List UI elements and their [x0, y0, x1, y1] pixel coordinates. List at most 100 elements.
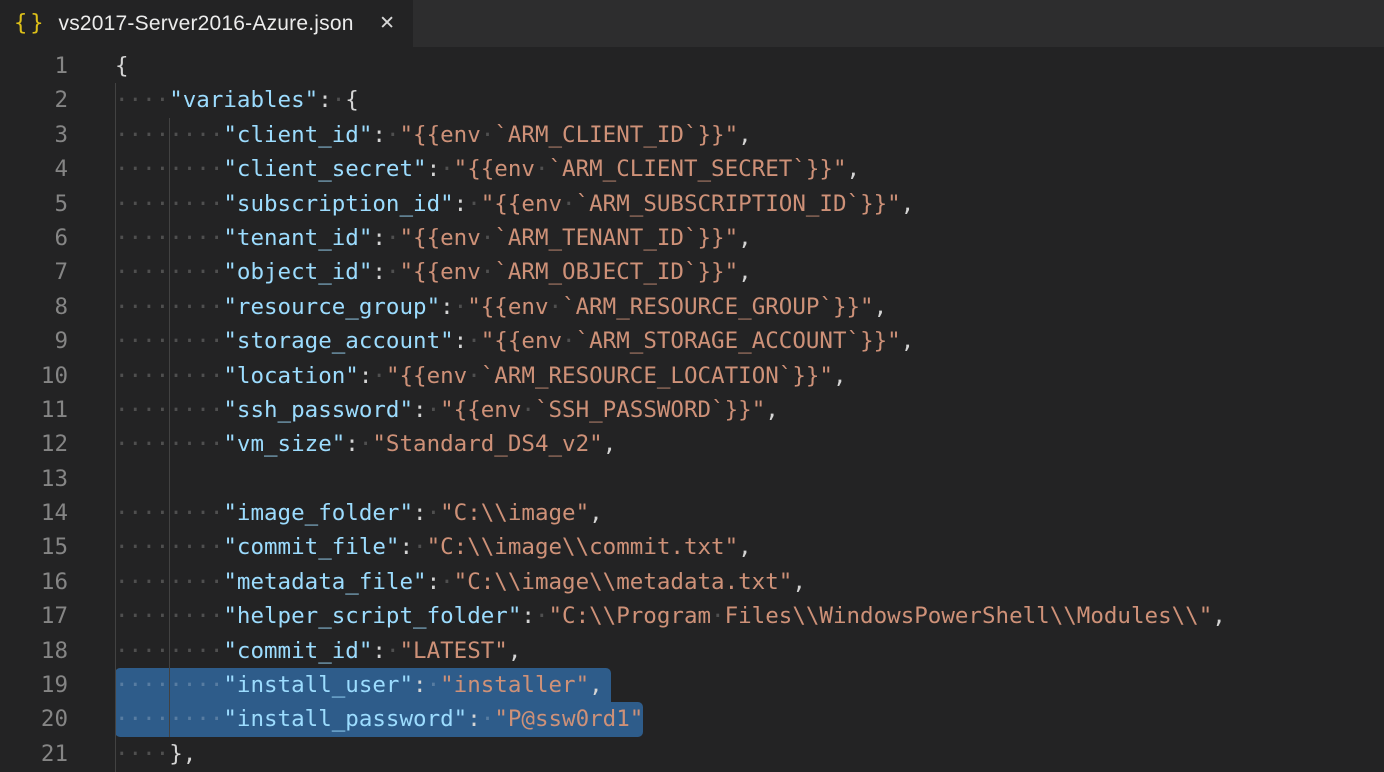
whitespace-dot: · [481, 122, 495, 148]
code-line-20[interactable]: 20········"install_password":·"P@ssw0rd1… [0, 702, 1384, 736]
line-number[interactable]: 5 [0, 187, 68, 221]
code-line-17[interactable]: 17········"helper_script_folder":·"C:\\P… [0, 599, 1384, 633]
json-key: "tenant_id" [223, 225, 372, 251]
line-number[interactable]: 8 [0, 290, 68, 324]
code-line-4[interactable]: 4········"client_secret":·"{{env·`ARM_CL… [0, 152, 1384, 186]
json-key: "commit_file" [223, 534, 399, 560]
code-line-21[interactable]: 21····}, [0, 737, 1384, 771]
line-number[interactable]: 19 [0, 668, 68, 702]
line-number[interactable]: 21 [0, 737, 68, 771]
whitespace-dot: · [210, 259, 224, 285]
line-number[interactable]: 14 [0, 496, 68, 530]
line-number[interactable]: 20 [0, 702, 68, 736]
whitespace-dot: · [142, 603, 156, 629]
json-punctuation: { [345, 87, 359, 113]
whitespace-dot: · [129, 156, 143, 182]
whitespace-dot: · [183, 156, 197, 182]
line-number[interactable]: 7 [0, 255, 68, 289]
code-line-19[interactable]: 19········"install_user":·"installer", [0, 668, 1384, 702]
code-line-5[interactable]: 5········"subscription_id":·"{{env·`ARM_… [0, 187, 1384, 221]
json-punctuation: , [738, 259, 752, 285]
line-number[interactable]: 9 [0, 324, 68, 358]
json-punctuation: }, [169, 741, 196, 767]
line-number[interactable]: 3 [0, 118, 68, 152]
json-string-value: "{{env [467, 294, 548, 320]
whitespace-dot: · [142, 706, 156, 732]
whitespace-dot: · [210, 534, 224, 560]
code-line-3[interactable]: 3········"client_id":·"{{env·`ARM_CLIENT… [0, 118, 1384, 152]
line-content: ········"resource_group":·"{{env·`ARM_RE… [115, 290, 887, 324]
code-line-14[interactable]: 14········"image_folder":·"C:\\image", [0, 496, 1384, 530]
line-content: ········"client_id":·"{{env·`ARM_CLIENT_… [115, 118, 752, 152]
json-punctuation: : [413, 397, 427, 423]
json-key: "location" [223, 363, 358, 389]
json-string-value: `ARM_SUBSCRIPTION_ID`}}" [576, 191, 901, 217]
whitespace-dot: · [156, 534, 170, 560]
code-line-2[interactable]: 2····"variables":·{ [0, 83, 1384, 117]
line-number[interactable]: 15 [0, 530, 68, 564]
whitespace-dot: · [196, 534, 210, 560]
code-line-9[interactable]: 9········"storage_account":·"{{env·`ARM_… [0, 324, 1384, 358]
whitespace-dot: · [196, 638, 210, 664]
whitespace-dot: · [129, 225, 143, 251]
json-key: "resource_group" [223, 294, 440, 320]
editor-code-area[interactable]: 1{2····"variables":·{3········"client_id… [0, 47, 1384, 772]
whitespace-dot: · [129, 741, 143, 767]
whitespace-dot: · [169, 672, 183, 698]
whitespace-dot: · [210, 191, 224, 217]
whitespace-dot: · [115, 225, 129, 251]
line-number[interactable]: 6 [0, 221, 68, 255]
line-number[interactable]: 2 [0, 83, 68, 117]
whitespace-dot: · [196, 122, 210, 148]
line-number[interactable]: 12 [0, 427, 68, 461]
whitespace-dot: · [115, 569, 129, 595]
code-line-8[interactable]: 8 ········"resource_group":·"{{env·`ARM_R… [0, 290, 1384, 324]
line-number[interactable]: 13 [0, 462, 68, 496]
code-line-18[interactable]: 18········"commit_id":·"LATEST", [0, 634, 1384, 668]
line-number[interactable]: 18 [0, 634, 68, 668]
whitespace-dot: · [129, 603, 143, 629]
whitespace-dot: · [467, 363, 481, 389]
tab-close-icon[interactable]: ✕ [377, 12, 397, 35]
code-line-6[interactable]: 6········"tenant_id":·"{{env·`ARM_TENANT… [0, 221, 1384, 255]
json-punctuation: : [454, 328, 468, 354]
line-number[interactable]: 11 [0, 393, 68, 427]
json-punctuation: , [901, 328, 915, 354]
json-punctuation: : [372, 259, 386, 285]
whitespace-dot: · [142, 363, 156, 389]
code-line-16[interactable]: 16········"metadata_file":·"C:\\image\\m… [0, 565, 1384, 599]
code-line-12[interactable]: 12········"vm_size":·"Standard_DS4_v2", [0, 427, 1384, 461]
whitespace-dot: · [115, 259, 129, 285]
whitespace-dot: · [129, 672, 143, 698]
whitespace-dot: · [196, 363, 210, 389]
json-punctuation: : [372, 122, 386, 148]
line-number[interactable]: 4 [0, 152, 68, 186]
code-line-7[interactable]: 7········"object_id":·"{{env·`ARM_OBJECT… [0, 255, 1384, 289]
whitespace-dot: · [142, 87, 156, 113]
whitespace-dot: · [156, 328, 170, 354]
line-number[interactable]: 10 [0, 359, 68, 393]
line-content: ········"storage_account":·"{{env·`ARM_S… [115, 324, 914, 358]
code-line-13[interactable]: 13 [0, 462, 1384, 496]
tab-vs2017-server2016-azure-json[interactable]: {} vs2017-Server2016-Azure.json ✕ [0, 0, 413, 47]
json-key: "variables" [169, 87, 318, 113]
whitespace-dot: · [156, 259, 170, 285]
line-number[interactable]: 17 [0, 599, 68, 633]
whitespace-dot: · [156, 431, 170, 457]
whitespace-dot: · [142, 259, 156, 285]
code-line-11[interactable]: 11········"ssh_password":·"{{env·`SSH_PA… [0, 393, 1384, 427]
code-line-15[interactable]: 15········"commit_file":·"C:\\image\\com… [0, 530, 1384, 564]
line-content: ········"tenant_id":·"{{env·`ARM_TENANT_… [115, 221, 752, 255]
json-punctuation: , [1212, 603, 1226, 629]
line-number[interactable]: 16 [0, 565, 68, 599]
json-string-value: `ARM_STORAGE_ACCOUNT`}}" [576, 328, 901, 354]
line-number[interactable]: 1 [0, 49, 68, 83]
whitespace-dot: · [196, 706, 210, 732]
json-punctuation: : [399, 534, 413, 560]
json-braces-icon: {} [14, 11, 47, 36]
whitespace-dot: · [142, 328, 156, 354]
code-line-1[interactable]: 1{ [0, 49, 1384, 83]
code-line-10[interactable]: 10········"location":·"{{env·`ARM_RESOUR… [0, 359, 1384, 393]
whitespace-dot: · [169, 603, 183, 629]
whitespace-dot: · [210, 603, 224, 629]
